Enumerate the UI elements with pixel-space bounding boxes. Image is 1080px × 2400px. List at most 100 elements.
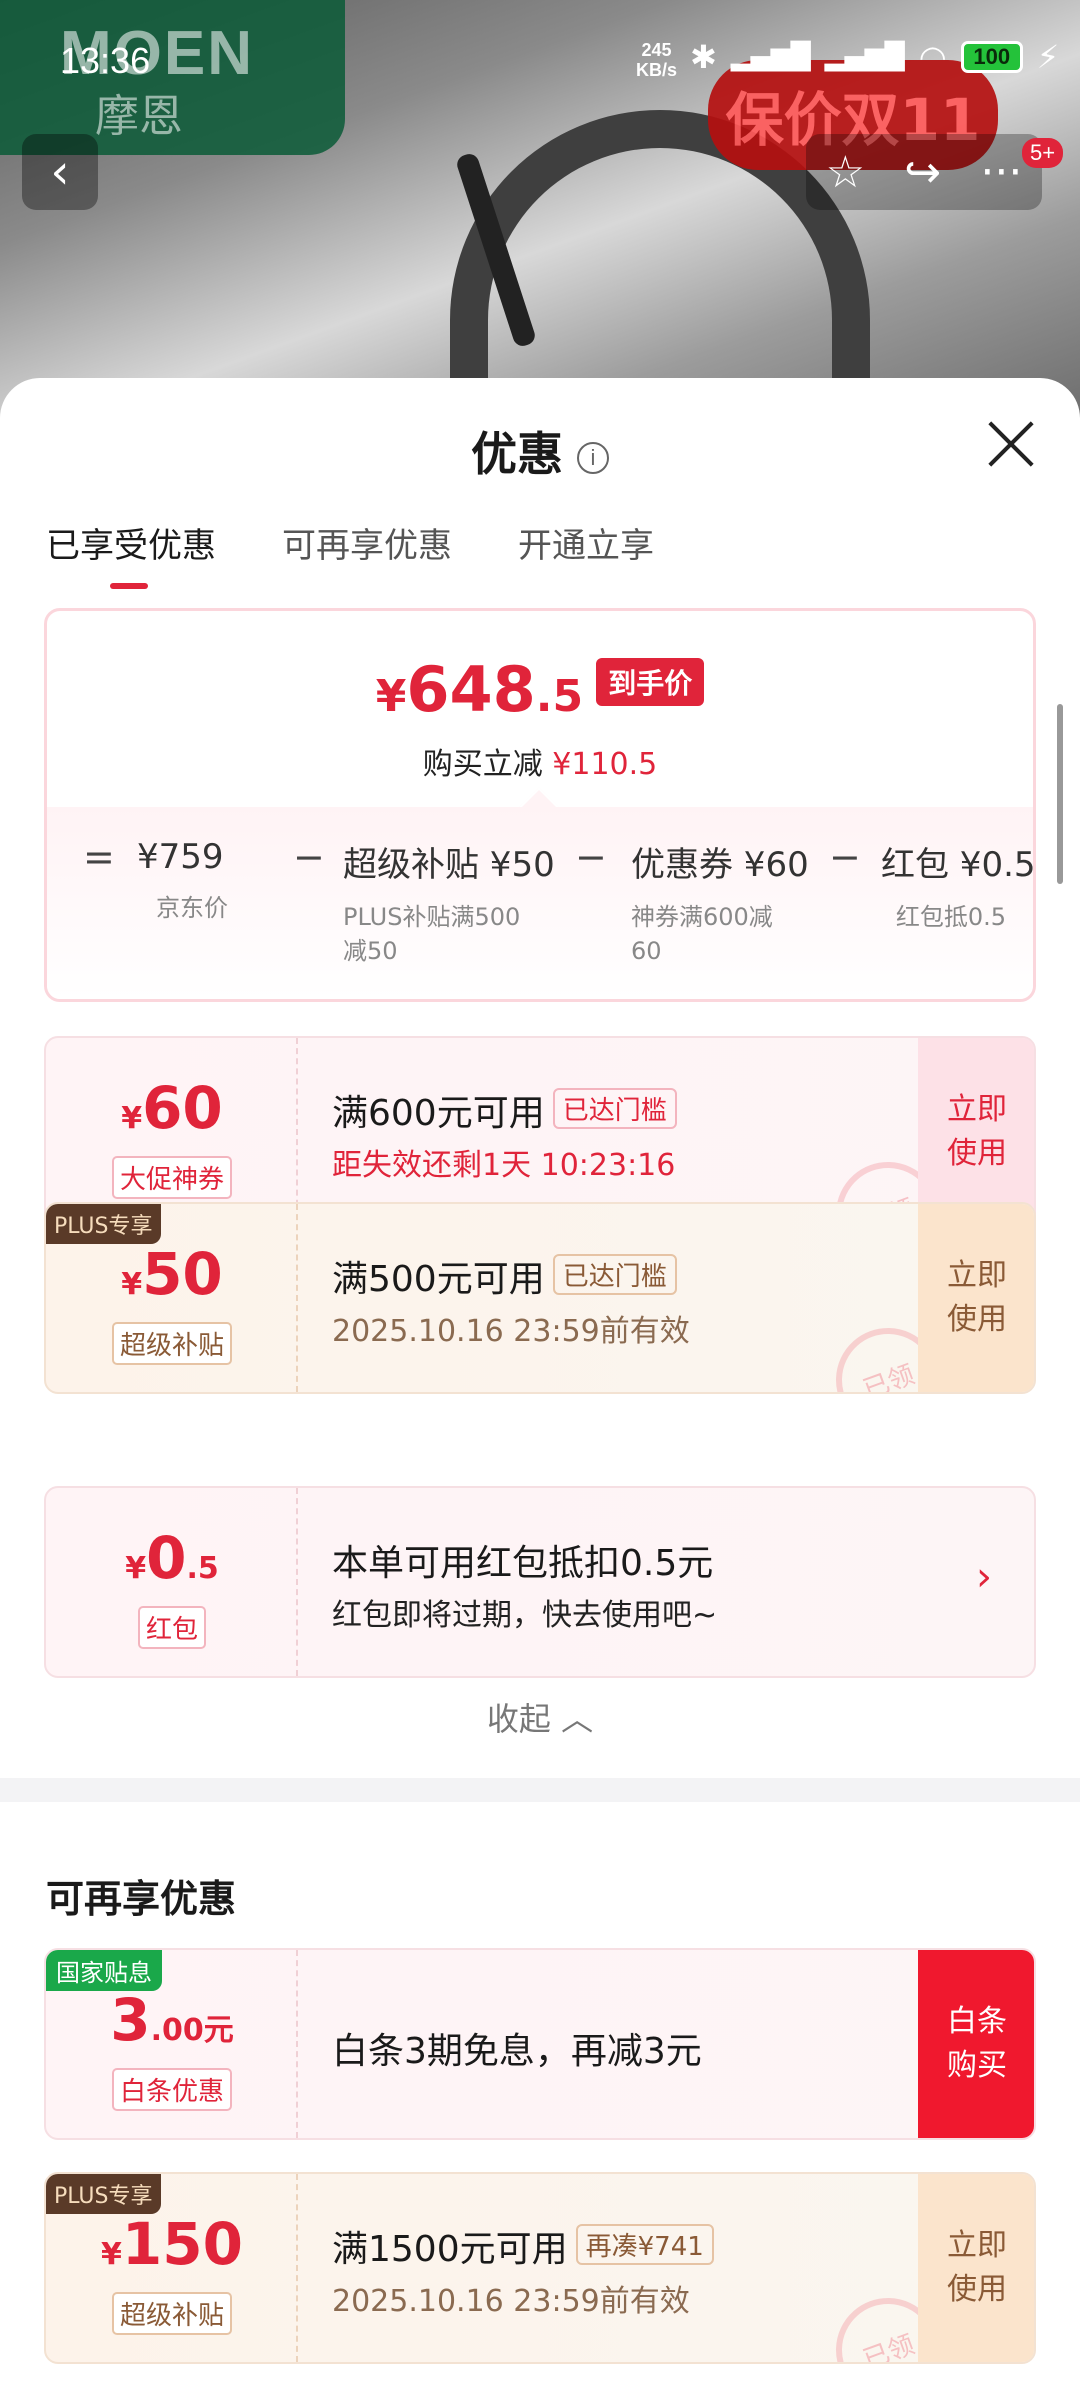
discount-sheet: 优惠 i 已享受优惠 可再享优惠 开通立享 ¥648.5 到手价 购买立减 ¥11… [0,378,1080,2400]
final-price: ¥648.5 到手价 [47,653,1033,726]
status-bar: 13:36 245 KB/s ✱ ▂▄▆█ ▂▄▆█ ◠ 100 ⚡ [0,0,1080,120]
coupon-type-label: 超级补贴 [111,2292,232,2335]
section-title: 可再享优惠 [46,1877,237,1921]
coupon-amount-value: 60 [142,1074,223,1142]
gov-subsidy-tag: 国家贴息 [46,1950,162,1991]
signal-4g-icon: ▂▄▆█ [730,42,811,72]
coupon-currency: ¥ [121,1101,143,1136]
use-now-button[interactable]: 立即使用 [918,1204,1034,1392]
coupon-amount: ¥150 [46,2210,298,2278]
coupon-type: 红包 [46,1606,298,1649]
breakdown-value: 红包 ¥0.5 [881,845,1036,885]
close-icon[interactable] [986,418,1036,468]
coupon-threshold-chip: 再凑¥741 [575,2224,714,2265]
op-equals: = [83,835,115,879]
coupon-amount: ¥60 [46,1074,298,1142]
breakdown-super-subsidy: 超级补贴 ¥50 PLUS补贴满500减50 [343,837,555,968]
coupon-currency: ¥ [121,1267,143,1302]
coupon-title: 白条3期免息，再减3元 [332,2031,702,2072]
battery-icon: 100 [960,41,1023,73]
coupon-left: ¥0.5 红包 [46,1488,298,1676]
message-badge: 5+ [1022,138,1064,168]
coupon-type: 超级补贴 [46,1322,298,1365]
share-icon[interactable]: ↪ [904,147,941,198]
coupon-card: ¥50 超级补贴 PLUS专享 满500元可用 已达门槛 2025.10.16 2… [44,1202,1036,1394]
favorite-star-icon[interactable]: ☆ [826,147,865,198]
sheet-title-row: 优惠 i [0,418,1080,484]
op-minus: − [575,835,607,879]
plus-exclusive-tag: PLUS专享 [46,1204,161,1244]
coupon-type: 白条优惠 [46,2068,298,2111]
coupon-type: 大促神券 [46,1156,298,1199]
redpacket-sub: 红包即将过期，快去使用吧~ [332,1598,718,1633]
breakdown-desc: 红包抵0.5 [895,903,1007,931]
coupon-amount: ¥50 [46,1240,298,1308]
use-now-button[interactable]: 立即使用 [918,2174,1034,2362]
saving-value: ¥110.5 [552,747,658,782]
breakdown-value: ¥759 [137,837,224,877]
coupon-type-label: 超级补贴 [111,1322,232,1365]
breakdown-redpacket: 红包 ¥0.5 红包抵0.5 [881,837,1036,934]
coupon-title-text: 满1500元可用 [332,2229,568,2270]
use-now-button[interactable]: 立即使用 [918,1038,1034,1226]
breakdown-value: 优惠券 ¥60 [631,845,809,885]
breakdown-jd-price: ¥759 京东价 [137,837,247,925]
chevron-right-icon[interactable]: › [976,1554,992,1600]
coupon-title-text: 满600元可用 [332,1093,545,1134]
sheet-title: 优惠 [471,427,563,481]
net-speed: 245 KB/s [636,40,677,80]
coupon-left: ¥60 大促神券 [46,1038,298,1226]
net-speed-value: 245 [641,40,672,60]
coupon-card: ¥150 超级补贴 PLUS专享 满1500元可用 再凑¥741 2025.10.… [44,2172,1036,2364]
tab-open[interactable]: 开通立享 [518,518,654,567]
charging-icon: ⚡ [1036,38,1060,76]
section-divider [0,1778,1080,1802]
tab-enjoyed[interactable]: 已享受优惠 [46,518,216,589]
collapse-label: 收起 [486,1700,551,1738]
saving-row: 购买立减 ¥110.5 [47,739,1033,783]
breakdown-desc: 神券满600减60 [631,903,773,965]
breakdown-desc: 京东价 [156,894,228,922]
coupon-threshold-chip: 已达门槛 [552,1088,677,1129]
redpacket-card[interactable]: ¥0.5 红包 本单可用红包抵扣0.5元 红包即将过期，快去使用吧~ › [44,1486,1036,1678]
coupon-title: 满600元可用 已达门槛 [332,1084,677,1136]
scrollbar[interactable] [1057,704,1063,884]
coupon-amount-decimal: .00元 [150,2013,234,2048]
back-button[interactable]: ‹ [22,134,98,210]
op-minus: − [293,835,325,879]
coupon-currency: ¥ [101,2237,122,2272]
op-minus: − [829,835,861,879]
baitiao-buy-button[interactable]: 白条购买 [918,1950,1034,2138]
coupon-card: ¥60 大促神券 满600元可用已达门槛 距失效还剩1天 10:23:16 已领… [44,1036,1036,1228]
coupon-currency: ¥ [125,1551,147,1586]
coupon-card: 3.00元 白条优惠 国家贴息 白条3期免息，再减3元 白条购买 [44,1948,1036,2140]
coupon-expiry: 距失效还剩1天 10:23:16 [332,1148,676,1183]
final-price-int: 648 [406,653,536,726]
wifi-icon: ◠ [918,38,947,76]
final-price-tag: 到手价 [596,658,705,706]
coupon-amount: ¥0.5 [46,1524,298,1592]
tab-bar: 已享受优惠 可再享优惠 开通立享 [46,518,654,589]
net-speed-unit: KB/s [636,60,678,80]
coupon-title-text: 满500元可用 [332,1259,545,1300]
price-breakdown: = ¥759 京东价 − 超级补贴 ¥50 PLUS补贴满500减50 − 优惠… [47,807,1036,999]
info-icon[interactable]: i [577,441,609,474]
coupon-amount: 3.00元 [46,1986,298,2054]
coupon-amount-value: 3 [110,1986,151,2054]
coupon-amount-value: 0 [146,1524,187,1592]
collapse-button[interactable]: 收起 ︿ [0,1694,1080,1740]
final-price-currency: ¥ [375,671,407,722]
coupon-type-label: 大促神券 [111,1156,232,1199]
tab-more[interactable]: 可再享优惠 [282,518,452,567]
coupon-type-label: 红包 [137,1606,206,1649]
more-icon[interactable]: ··· [980,147,1022,198]
bluetooth-icon: ✱ [690,38,717,76]
final-price-dec: .5 [535,671,584,722]
saving-label: 购买立减 [422,747,543,782]
plus-exclusive-tag: PLUS专享 [46,2174,161,2214]
chevron-left-icon: ‹ [50,144,70,200]
breakdown-value: 超级补贴 ¥50 [343,845,555,885]
signal-5g-icon: ▂▄▆█ [824,42,905,72]
coupon-type: 超级补贴 [46,2292,298,2335]
coupon-expiry: 2025.10.16 23:59前有效 [332,2284,690,2319]
